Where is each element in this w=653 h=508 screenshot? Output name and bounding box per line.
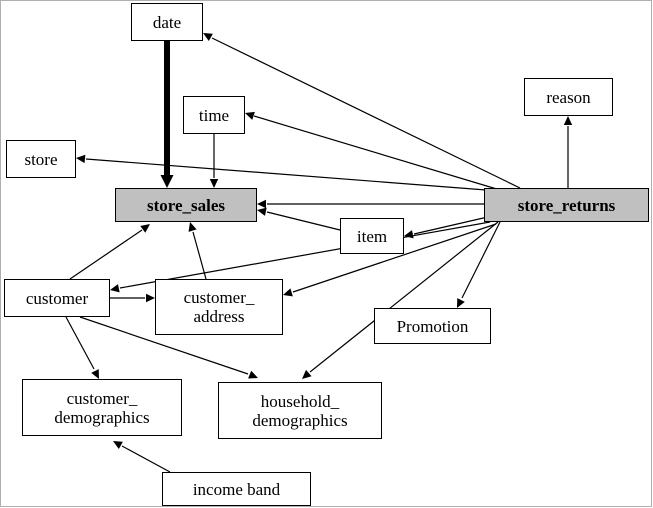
arrowhead: [248, 370, 258, 379]
arrowhead: [140, 224, 150, 233]
edge-date-to-store_sales: [160, 41, 174, 188]
edge-store_returns-to-date: [203, 33, 521, 189]
node-label-income_band: income band: [192, 479, 281, 499]
node-label-store: store: [24, 149, 58, 169]
node-customer[interactable]: customer: [4, 279, 110, 317]
node-customer_demographics[interactable]: customer_ demographics: [22, 379, 182, 436]
arrowhead: [76, 154, 86, 164]
edge-customer-to-customer_address: [110, 293, 155, 303]
node-household_demographics[interactable]: household_ demographics: [218, 382, 382, 439]
arrowhead: [257, 207, 267, 216]
edge-store_returns-to-store_sales: [257, 199, 484, 209]
schema-diagram: date reason time store store_sales store_retu…: [0, 0, 653, 508]
arrowhead: [113, 441, 123, 450]
arrowhead: [146, 293, 155, 303]
edge-income_band-to-customer_demographics: [113, 441, 171, 473]
node-income_band[interactable]: income band: [162, 472, 311, 506]
edge-customer-to-store_sales: [69, 224, 150, 280]
edge-store_returns-to-item: [404, 215, 493, 239]
node-label-household_demographics: household_ demographics: [252, 391, 348, 430]
arrowhead: [257, 199, 266, 209]
edge-store_returns-to-store: [76, 154, 487, 191]
edge-customer-to-customer_demographics: [65, 316, 99, 379]
node-reason[interactable]: reason: [524, 78, 613, 116]
node-time[interactable]: time: [183, 96, 245, 134]
edge-store_returns-to-promotion: [457, 221, 501, 308]
node-store_sales[interactable]: store_sales: [115, 188, 257, 222]
node-label-time: time: [198, 105, 230, 125]
node-label-store_returns: store_returns: [517, 195, 616, 215]
node-label-item: item: [356, 226, 388, 246]
arrowhead: [563, 116, 573, 125]
node-label-customer_address: customer_ address: [183, 288, 255, 326]
node-label-customer: customer: [25, 288, 89, 308]
edge-store_returns-to-reason: [563, 116, 573, 188]
arrowhead: [91, 369, 99, 379]
node-label-store_sales: store_sales: [146, 195, 226, 215]
arrowhead: [245, 111, 255, 120]
node-date[interactable]: date: [131, 3, 203, 41]
arrowhead: [203, 33, 213, 42]
node-store_returns[interactable]: store_returns: [484, 188, 649, 222]
node-promotion[interactable]: Promotion: [374, 308, 491, 344]
arrowhead: [457, 298, 465, 308]
edge-item-to-store_sales: [257, 207, 341, 231]
edge-store_returns-to-time: [245, 111, 501, 191]
arrowhead: [283, 288, 293, 297]
edge-time-to-store_sales: [209, 134, 219, 188]
node-customer_address[interactable]: customer_ address: [155, 279, 283, 335]
arrowhead: [209, 179, 219, 188]
arrowhead: [404, 230, 414, 239]
node-item[interactable]: item: [340, 218, 404, 254]
node-label-date: date: [152, 12, 182, 32]
node-label-customer_demographics: customer_ demographics: [54, 388, 150, 427]
arrowhead: [302, 369, 312, 379]
node-label-reason: reason: [546, 87, 591, 107]
arrowhead: [188, 222, 197, 232]
edge-customer_address-to-store_sales: [188, 222, 207, 280]
arrowhead: [110, 284, 120, 293]
node-store[interactable]: store: [6, 140, 76, 178]
node-label-promotion: Promotion: [396, 316, 469, 336]
arrowhead: [160, 175, 174, 188]
